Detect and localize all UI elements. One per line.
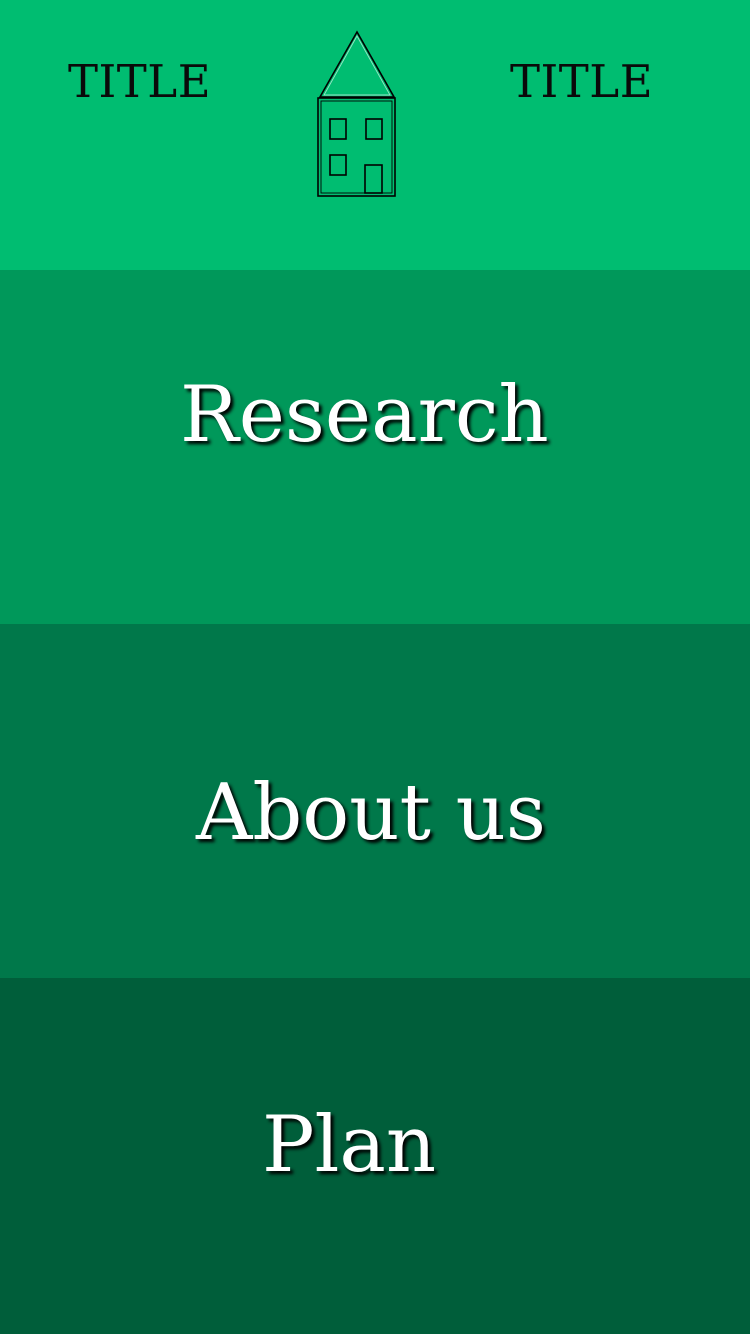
header-title-left[interactable]: TITLE [68, 56, 211, 108]
about-us-label: About us [196, 768, 546, 858]
header-title-right[interactable]: TITLE [510, 56, 653, 108]
plan-label: Plan [262, 1100, 437, 1190]
house-icon[interactable] [314, 28, 400, 200]
research-label: Research [180, 370, 549, 460]
header-bar: TITLE TITLE [0, 0, 750, 270]
